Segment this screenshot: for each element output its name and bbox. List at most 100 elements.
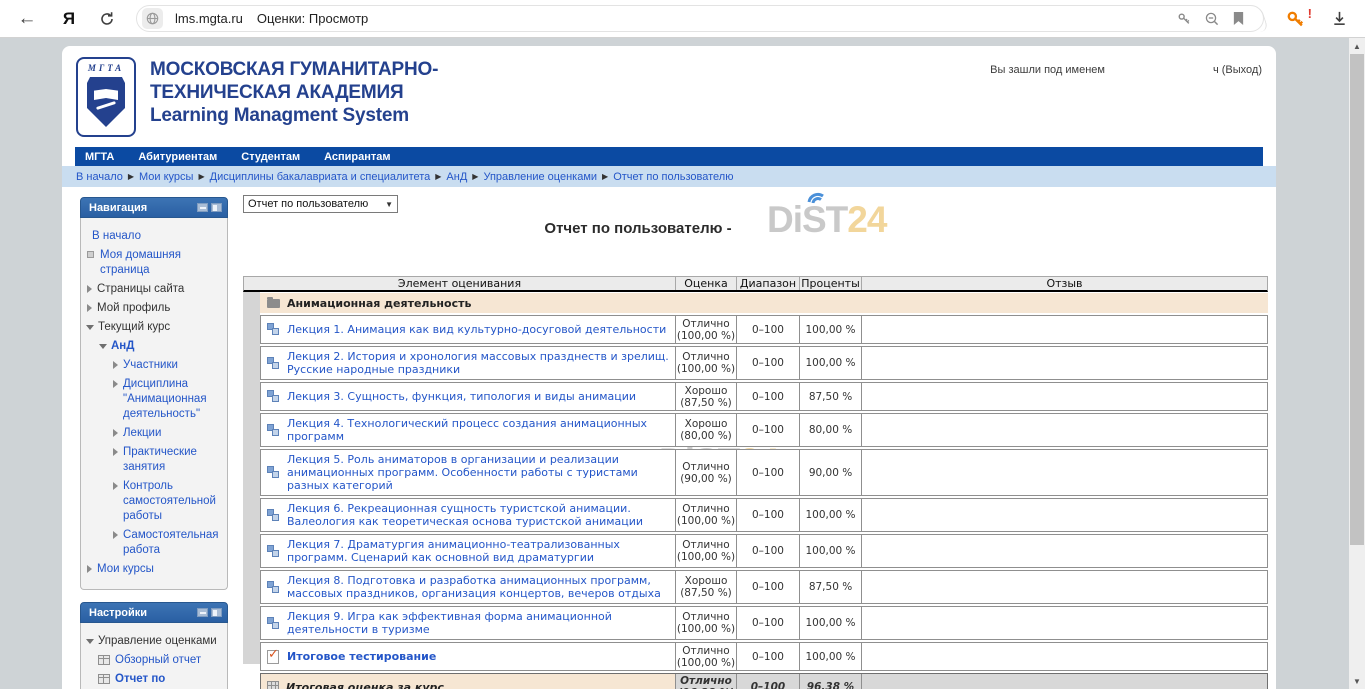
sidebar-item-home[interactable]: В начало xyxy=(85,229,224,244)
report-table-icon xyxy=(98,674,110,684)
chevron-down-icon[interactable] xyxy=(86,639,94,644)
table-header-row: Элемент оценивания Оценка Диапазон Проце… xyxy=(243,276,1268,292)
site-title: МОСКОВСКАЯ ГУМАНИТАРНО- ТЕХНИЧЕСКАЯ АКАД… xyxy=(150,58,438,127)
address-bar-edge xyxy=(1247,5,1270,32)
scrollbar-thumb[interactable] xyxy=(1350,54,1364,545)
block-collapse-icon[interactable] xyxy=(197,203,208,212)
chevron-right-icon[interactable] xyxy=(113,531,118,539)
col-grade-item: Элемент оценивания xyxy=(244,277,675,290)
sidebar-item-lectures[interactable]: Лекции xyxy=(85,426,224,441)
sidebar-item-current-course[interactable]: Текущий курс xyxy=(85,320,224,335)
category-row: Анимационная деятельность xyxy=(260,293,1268,313)
sidebar-item-discipline[interactable]: Дисциплина "Анимационная деятельность" xyxy=(85,377,224,422)
chevron-right-icon[interactable] xyxy=(87,285,92,293)
chevron-right-icon[interactable] xyxy=(113,429,118,437)
logout-link[interactable]: ч (Выход) xyxy=(1213,64,1262,76)
page-scrollbar[interactable]: ▲ ▼ xyxy=(1349,38,1365,689)
page-tab-title: Оценки: Просмотр xyxy=(257,11,368,26)
feedback-cell xyxy=(861,607,1267,639)
breadcrumb-disciplines[interactable]: Дисциплины бакалавриата и специалитета xyxy=(210,171,431,183)
settings-item-user-report[interactable]: Отчет по пользователю xyxy=(85,672,224,689)
report-page-title: Отчет по пользователю - xyxy=(243,220,1033,237)
settings-block-header: Настройки xyxy=(80,602,228,623)
sidebar-item-self-work[interactable]: Самостоятельная работа xyxy=(85,528,224,558)
top-navbar: МГТА Абитуриентам Студентам Аспирантам xyxy=(75,147,1263,166)
grade-item-link[interactable]: Лекция 3. Сущность, функция, типология и… xyxy=(287,390,636,403)
sidebar-item-my-courses[interactable]: Мои курсы xyxy=(85,562,224,577)
sidebar-item-my-profile[interactable]: Мой профиль xyxy=(85,301,224,316)
grade-item-link[interactable]: Лекция 5. Роль аниматоров в организации … xyxy=(287,453,669,492)
grade-item-link[interactable]: Лекция 7. Драматургия анимационно-театра… xyxy=(287,538,669,564)
chevron-right-icon[interactable] xyxy=(87,565,92,573)
sidebar-item-site-pages[interactable]: Страницы сайта xyxy=(85,282,224,297)
table-row: Итоговое тестирование Отлично(100,00 %) … xyxy=(260,642,1268,671)
screen: ← Я lms.mgta.ru Оценки: Просмотр xyxy=(0,0,1365,689)
breadcrumb: В начало ▶ Мои курсы ▶ Дисциплины бакала… xyxy=(62,166,1276,187)
block-collapse-icon[interactable] xyxy=(197,608,208,617)
col-feedback: Отзыв xyxy=(861,277,1267,290)
site-title-line1: МОСКОВСКАЯ ГУМАНИТАРНО- xyxy=(150,58,438,81)
chevron-down-icon[interactable] xyxy=(86,325,94,330)
chevron-right-icon[interactable] xyxy=(113,361,118,369)
refresh-icon[interactable] xyxy=(92,11,122,27)
site-title-line2: ТЕХНИЧЕСКАЯ АКАДЕМИЯ xyxy=(150,81,438,104)
table-row: Лекция 2. История и хронология массовых … xyxy=(260,346,1268,380)
settings-item-grader-report[interactable]: Обзорный отчет xyxy=(85,653,224,668)
protect-key-alert-icon[interactable]: ! xyxy=(1286,9,1305,28)
breadcrumb-my-courses[interactable]: Мои курсы xyxy=(139,171,193,183)
feedback-cell xyxy=(861,643,1267,670)
navigation-block-header: Навигация xyxy=(80,197,228,218)
settings-item-grade-admin[interactable]: Управление оценками xyxy=(85,634,224,649)
col-range: Диапазон xyxy=(736,277,799,290)
sidebar-item-my-home[interactable]: Моя домашняя страница xyxy=(85,248,224,278)
sidebar-item-self-control[interactable]: Контроль самостоятельной работы xyxy=(85,479,224,524)
grade-item-link[interactable]: Лекция 8. Подготовка и разработка анимац… xyxy=(287,574,669,600)
chevron-right-icon[interactable] xyxy=(113,448,118,456)
sidebar-item-course-and[interactable]: АнД xyxy=(85,339,224,354)
settings-block: Настройки Управление оценками Обзорный о… xyxy=(80,602,228,689)
mgta-logo: МГТА xyxy=(76,57,136,137)
breadcrumb-grade-admin[interactable]: Управление оценками xyxy=(483,171,597,183)
report-type-select[interactable]: Отчет по пользователю ▼ xyxy=(243,195,398,213)
table-row: Лекция 3. Сущность, функция, типология и… xyxy=(260,382,1268,411)
password-key-icon[interactable] xyxy=(1177,11,1192,26)
grade-item-link[interactable]: Итоговое тестирование xyxy=(287,650,436,663)
nav-item-abiturientam[interactable]: Абитуриентам xyxy=(138,151,217,163)
site-globe-icon xyxy=(142,8,163,29)
grade-item-link[interactable]: Лекция 4. Технологический процесс создан… xyxy=(287,417,669,443)
back-icon[interactable]: ← xyxy=(12,8,42,30)
navigation-block-title: Навигация xyxy=(89,202,194,214)
grade-item-link[interactable]: Лекция 2. История и хронология массовых … xyxy=(287,350,669,376)
sidebar-item-practice[interactable]: Практические занятия xyxy=(85,445,224,475)
download-icon[interactable] xyxy=(1331,10,1348,27)
yandex-browser-icon[interactable]: Я xyxy=(54,9,84,29)
zoom-out-icon[interactable] xyxy=(1204,11,1220,27)
breadcrumb-user-report[interactable]: Отчет по пользователю xyxy=(613,171,733,183)
breadcrumb-course[interactable]: АнД xyxy=(446,171,467,183)
grade-item-link[interactable]: Лекция 1. Анимация как вид культурно-дос… xyxy=(287,323,666,336)
nav-item-aspirantam[interactable]: Аспирантам xyxy=(324,151,390,163)
nav-item-studentam[interactable]: Студентам xyxy=(241,151,300,163)
chevron-down-icon[interactable] xyxy=(99,344,107,349)
table-row: Лекция 8. Подготовка и разработка анимац… xyxy=(260,570,1268,604)
grade-item-link[interactable]: Лекция 9. Игра как эффективная форма ани… xyxy=(287,610,669,636)
sidebar-item-participants[interactable]: Участники xyxy=(85,358,224,373)
chevron-right-icon[interactable] xyxy=(113,380,118,388)
nav-item-mgta[interactable]: МГТА xyxy=(85,151,114,163)
bookmark-icon[interactable] xyxy=(1232,11,1245,26)
block-dock-icon[interactable] xyxy=(211,608,222,617)
feedback-cell xyxy=(861,499,1267,531)
chevron-right-icon[interactable] xyxy=(113,482,118,490)
indent-column xyxy=(243,292,260,664)
table-row: Лекция 4. Технологический процесс создан… xyxy=(260,413,1268,447)
grade-item-link[interactable]: Лекция 6. Рекреационная сущность туристс… xyxy=(287,502,669,528)
chevron-right-icon[interactable] xyxy=(87,304,92,312)
block-dock-icon[interactable] xyxy=(211,203,222,212)
col-percent: Проценты xyxy=(799,277,861,290)
breadcrumb-home[interactable]: В начало xyxy=(76,171,123,183)
sidebar: Навигация В начало Моя домашняя страница… xyxy=(80,197,228,689)
address-bar[interactable]: lms.mgta.ru Оценки: Просмотр xyxy=(136,5,1264,32)
page-card: МГТА МОСКОВСКАЯ ГУМАНИТАРНО- ТЕХНИЧЕСКАЯ… xyxy=(62,46,1276,689)
scroll-up-icon[interactable]: ▲ xyxy=(1349,38,1365,54)
scroll-down-icon[interactable]: ▼ xyxy=(1349,673,1365,689)
